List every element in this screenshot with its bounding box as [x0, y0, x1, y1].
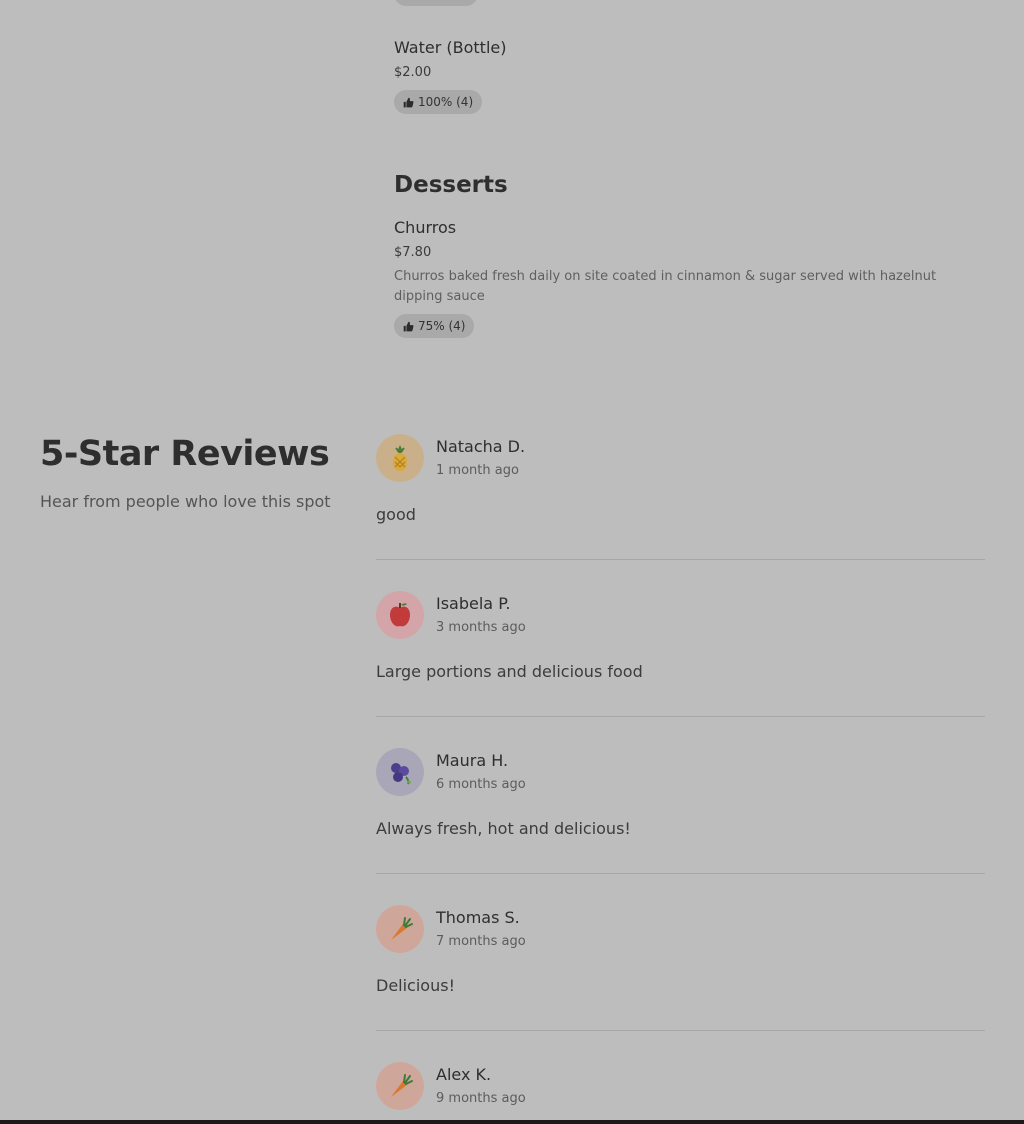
menu-item-churros[interactable]: Churros $7.80 Churros baked fresh daily … — [394, 218, 994, 343]
menu-item-description: Churros baked fresh daily on site coated… — [394, 269, 937, 304]
review-card: Natacha D. 1 month ago good — [376, 434, 985, 534]
divider — [376, 716, 985, 717]
carrot-icon — [391, 1074, 413, 1097]
divider — [376, 559, 985, 560]
rating-pill-partial — [394, 0, 478, 6]
bottom-edge — [0, 1120, 1024, 1124]
review-card: Alex K. 9 months ago — [376, 1062, 985, 1120]
menu-item-price: $2.00 — [394, 65, 432, 80]
reviewer-name: Natacha D. — [436, 437, 526, 456]
rating-text: 75% (4) — [418, 319, 466, 333]
rating-pill: 100% (4) — [394, 90, 483, 114]
review-text: Always fresh, hot and delicious! — [376, 819, 631, 838]
menu-item-price: $7.80 — [394, 245, 432, 260]
reviewer-name: Thomas S. — [436, 908, 520, 927]
reviewer-name: Alex K. — [436, 1065, 492, 1084]
avatar — [376, 1062, 424, 1110]
review-card: Maura H. 6 months ago Always fresh, hot … — [376, 748, 985, 848]
blueberries-icon — [391, 763, 411, 785]
rating-pill: 75% (4) — [394, 314, 475, 338]
menu-item-water[interactable]: Water (Bottle) $2.00 100% (4) — [394, 38, 994, 118]
thumbs-up-icon — [403, 321, 414, 331]
avatar — [376, 748, 424, 796]
review-text: good — [376, 505, 416, 524]
thumbs-up-icon — [403, 97, 414, 107]
rating-text: 100% (4) — [418, 95, 474, 109]
reviewer-name: Maura H. — [436, 751, 509, 770]
menu-item-name: Churros — [394, 218, 457, 237]
review-time: 6 months ago — [436, 777, 526, 792]
apple-icon — [390, 603, 410, 627]
review-time: 3 months ago — [436, 620, 526, 635]
divider — [376, 1030, 985, 1031]
avatar — [376, 591, 424, 639]
section-title-desserts: Desserts — [394, 172, 508, 198]
reviews-subtitle: Hear from people who love this spot — [40, 492, 331, 511]
review-card: Thomas S. 7 months ago Delicious! — [376, 905, 985, 1005]
pineapple-icon — [393, 445, 407, 471]
review-time: 9 months ago — [436, 1091, 526, 1106]
review-card: Isabela P. 3 months ago Large portions a… — [376, 591, 985, 691]
review-text: Delicious! — [376, 976, 455, 995]
reviewer-name: Isabela P. — [436, 594, 511, 613]
reviews-title: 5-Star Reviews — [40, 434, 330, 474]
carrot-icon — [391, 917, 413, 940]
review-time: 1 month ago — [436, 463, 519, 478]
avatar — [376, 434, 424, 482]
review-text: Large portions and delicious food — [376, 662, 643, 681]
menu-item-name: Water (Bottle) — [394, 38, 507, 57]
avatar — [376, 905, 424, 953]
review-time: 7 months ago — [436, 934, 526, 949]
divider — [376, 873, 985, 874]
